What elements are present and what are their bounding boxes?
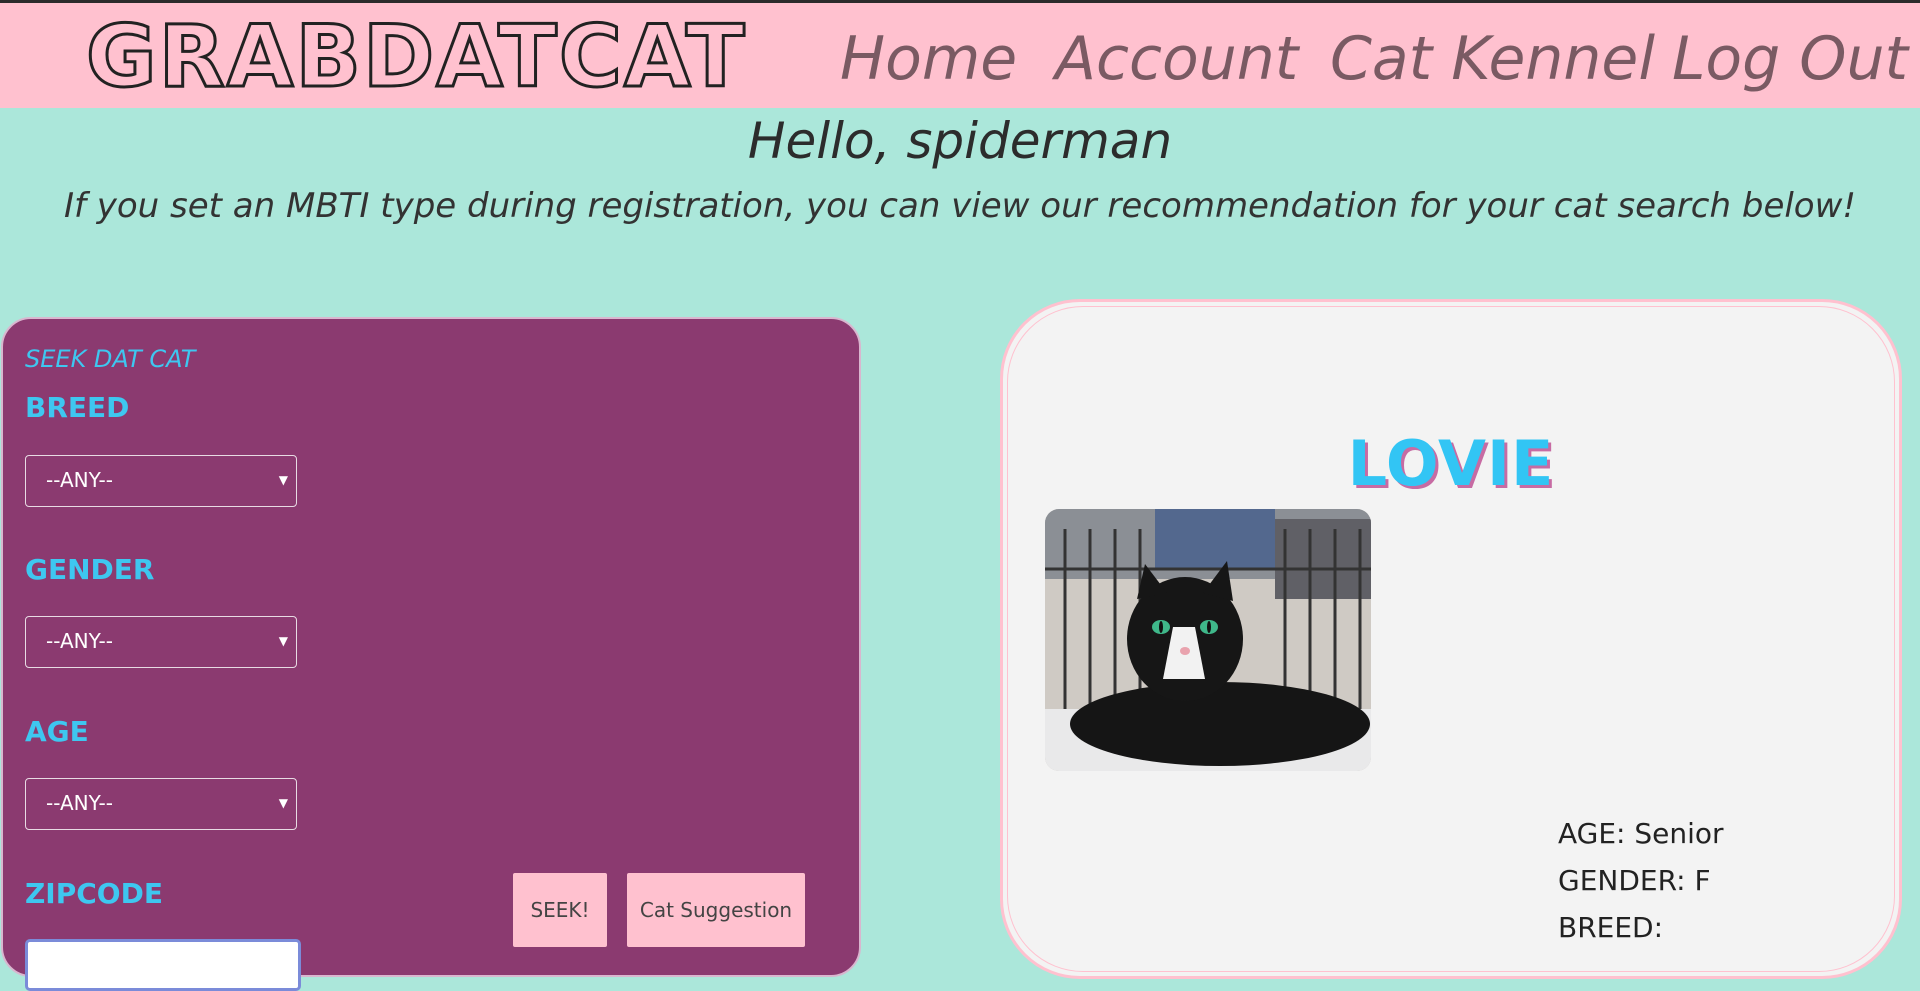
- nav-account-link[interactable]: Account: [1055, 21, 1298, 97]
- search-panel-heading: SEEK DAT CAT: [25, 345, 196, 373]
- mbti-subtitle: If you set an MBTI type during registrat…: [63, 186, 1857, 226]
- gender-select-value: --ANY--: [46, 629, 113, 653]
- dropdown-arrow-icon: ▼: [278, 634, 288, 648]
- cat-age: AGE: Senior: [1558, 817, 1724, 850]
- age-select-value: --ANY--: [46, 791, 113, 815]
- nav-logout-link[interactable]: Log Out: [1672, 21, 1908, 97]
- cat-breed: BREED:: [1558, 911, 1664, 944]
- cat-gender: GENDER: F: [1558, 864, 1711, 897]
- breed-select[interactable]: --ANY-- ▼: [25, 455, 297, 507]
- seek-button[interactable]: SEEK!: [513, 873, 607, 947]
- search-panel: SEEK DAT CAT BREED --ANY-- ▼ GENDER --AN…: [1, 317, 861, 991]
- cat-name: LOVIE: [1347, 427, 1555, 500]
- cat-photo: [1045, 509, 1371, 771]
- navbar: GRABDATCAT Home Account Cat Kennel Log O…: [0, 3, 1920, 108]
- cat-suggestion-button[interactable]: Cat Suggestion: [627, 873, 805, 947]
- dropdown-arrow-icon: ▼: [278, 473, 288, 487]
- gender-label: GENDER: [25, 553, 155, 586]
- site-logo[interactable]: GRABDATCAT: [85, 8, 747, 107]
- nav-cat-kennel-link[interactable]: Cat Kennel: [1330, 21, 1655, 97]
- age-select[interactable]: --ANY-- ▼: [25, 778, 297, 830]
- gender-select[interactable]: --ANY-- ▼: [25, 616, 297, 668]
- zipcode-label: ZIPCODE: [25, 877, 163, 910]
- breed-label: BREED: [25, 391, 130, 424]
- dropdown-arrow-icon: ▼: [278, 796, 288, 810]
- age-label: AGE: [25, 715, 89, 748]
- nav-home-link[interactable]: Home: [840, 21, 1017, 97]
- cat-card: LOVIE AGE: Senior GENDER: F BREED:: [1000, 299, 1902, 979]
- cat-info: AGE: Senior GENDER: F BREED:: [1558, 810, 1724, 951]
- cat-photo-image: [1045, 509, 1371, 771]
- breed-select-value: --ANY--: [46, 468, 113, 492]
- greeting-heading: Hello, spiderman: [747, 112, 1173, 170]
- zipcode-input[interactable]: [25, 939, 301, 991]
